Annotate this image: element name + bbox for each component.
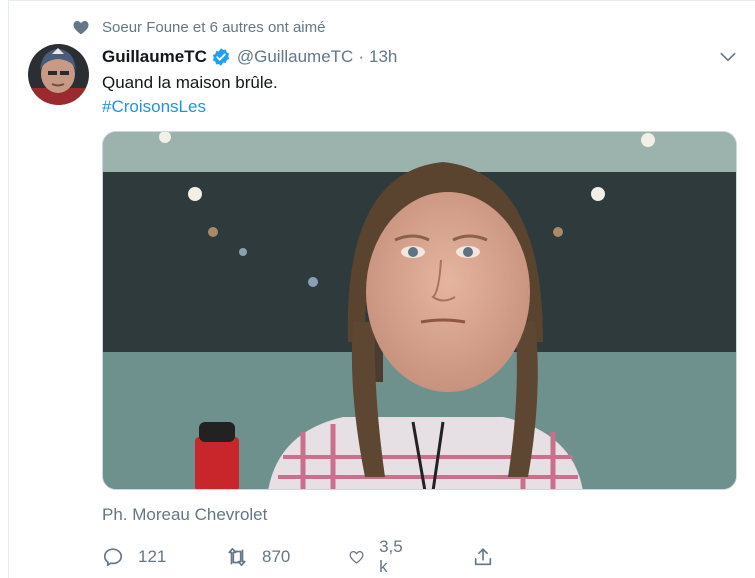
like-heart-icon	[349, 551, 364, 564]
timeline-border-top	[8, 0, 755, 1]
tweet-photo[interactable]	[102, 131, 737, 490]
tweet-header: GuillaumeTC @GuillaumeTC · 13h	[102, 45, 397, 69]
tweet-text: Quand la maison brûle.	[102, 73, 278, 92]
like-count: 3,5 k	[379, 537, 403, 576]
retweet-count: 870	[262, 547, 291, 566]
retweet-icon	[228, 547, 246, 567]
verified-badge-icon	[212, 48, 229, 66]
share-button[interactable]	[472, 544, 494, 570]
tweet-timestamp[interactable]: 13h	[369, 47, 397, 67]
reply-icon	[103, 548, 123, 567]
retweet-button[interactable]: 870	[226, 544, 290, 570]
photo-credit[interactable]: Ph. Moreau Chevrolet	[102, 505, 267, 525]
reply-button[interactable]: 121	[102, 544, 166, 570]
chevron-down-icon[interactable]	[718, 47, 738, 67]
social-context-text[interactable]: Soeur Foune et 6 autres ont aimé	[102, 19, 325, 36]
heart-icon	[73, 21, 89, 35]
like-button[interactable]: 3,5 k	[348, 537, 408, 576]
reply-count: 121	[138, 547, 167, 566]
avatar[interactable]	[28, 44, 89, 105]
timeline-border-left	[8, 0, 9, 578]
social-context: Soeur Foune et 6 autres ont aimé	[72, 17, 325, 37]
share-icon	[474, 548, 492, 566]
header-separator: ·	[358, 47, 364, 66]
author-name[interactable]: GuillaumeTC	[102, 47, 207, 67]
hashtag-link[interactable]: #CroisonsLes	[102, 96, 206, 118]
author-handle[interactable]: @GuillaumeTC	[237, 47, 353, 67]
